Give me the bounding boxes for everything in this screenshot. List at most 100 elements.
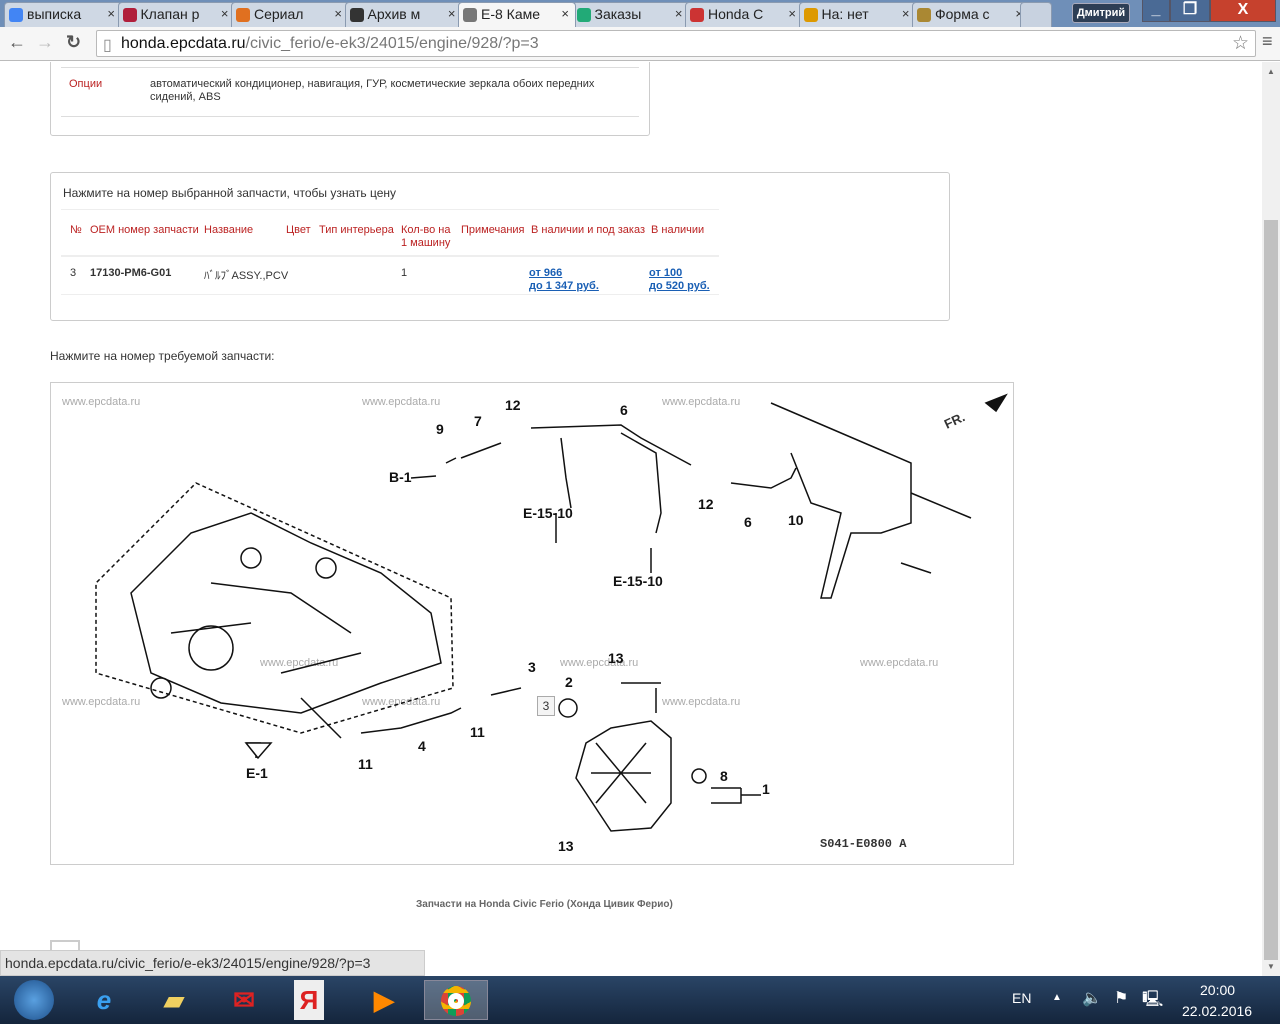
- callout-12[interactable]: 12: [505, 397, 521, 413]
- tab[interactable]: Клапан р ×: [117, 2, 236, 27]
- callout-7[interactable]: 7: [474, 413, 482, 429]
- new-tab-button[interactable]: [1020, 2, 1052, 27]
- tab[interactable]: E-8 Каме ×: [458, 2, 576, 27]
- chrome-taskbar-button[interactable]: [424, 980, 488, 1020]
- close-tab-icon[interactable]: ×: [788, 6, 796, 21]
- close-tab-icon[interactable]: ×: [107, 6, 115, 21]
- options-value: автоматический кондиционер, навигация, Г…: [150, 78, 595, 103]
- callout-1[interactable]: 1: [762, 781, 770, 797]
- tab-title: Архив м: [367, 6, 421, 22]
- callout-13[interactable]: 13: [608, 650, 624, 666]
- row-oem[interactable]: 17130-PM6-G01: [90, 267, 171, 279]
- address-bar[interactable]: ▯ honda.epcdata.ru/civic_ferio/e-ek3/240…: [96, 30, 1256, 57]
- taskbar: e ▰ ✉ Я ▶ EN ▲ 🔈 ⚑ 🖳 20:00 22.02.2016: [0, 976, 1280, 1024]
- stock-to: до 520 руб.: [649, 280, 710, 292]
- emblem-icon: [917, 8, 931, 22]
- close-tab-icon[interactable]: ×: [334, 6, 342, 21]
- callout-9[interactable]: 9: [436, 421, 444, 437]
- spec-box: Опции автоматический кондиционер, навига…: [50, 62, 650, 136]
- callout-4[interactable]: 4: [418, 738, 426, 754]
- mail-icon[interactable]: ✉: [224, 980, 264, 1020]
- scroll-down-icon[interactable]: ▼: [1267, 962, 1275, 971]
- back-icon[interactable]: ←: [8, 32, 26, 53]
- clock-time[interactable]: 20:00: [1200, 982, 1235, 998]
- e-icon: [690, 8, 704, 22]
- yandex-icon[interactable]: Я: [294, 980, 324, 1020]
- page-caption: Запчасти на Honda Civic Ferio (Хонда Цив…: [416, 899, 673, 910]
- status-bar-url: honda.epcdata.ru/civic_ferio/e-ek3/24015…: [0, 950, 425, 976]
- browser-toolbar: ← → ↻ ▯ honda.epcdata.ru/civic_ferio/e-e…: [0, 27, 1280, 61]
- start-button[interactable]: [14, 980, 54, 1020]
- chrome-icon: [441, 986, 471, 1016]
- col-order: В наличии и под заказ: [531, 224, 645, 236]
- tab[interactable]: На: нет ×: [798, 2, 917, 27]
- profile-button[interactable]: Дмитрий: [1072, 3, 1130, 23]
- tab[interactable]: Заказы ×: [571, 2, 690, 27]
- callout-12[interactable]: 12: [698, 496, 714, 512]
- minimize-button[interactable]: _: [1142, 0, 1170, 22]
- close-window-button[interactable]: X: [1210, 0, 1276, 22]
- tab[interactable]: выписка ×: [4, 2, 122, 27]
- page-content: Опции автоматический кондиционер, навига…: [0, 62, 1262, 976]
- close-tab-icon[interactable]: ×: [561, 6, 569, 21]
- col-oem: OEM номер запчасти: [90, 224, 199, 236]
- fox-icon: [236, 8, 250, 22]
- reload-icon[interactable]: ↻: [66, 32, 81, 53]
- tab[interactable]: Форма с×: [912, 2, 1030, 27]
- callout-e-15-10[interactable]: E-15-10: [523, 505, 573, 521]
- callout-b1[interactable]: B-1: [389, 469, 412, 485]
- callout-6[interactable]: 6: [620, 402, 628, 418]
- callout-10[interactable]: 10: [788, 512, 804, 528]
- order-to: до 1 347 руб.: [529, 280, 599, 292]
- parts-box: Нажмите на номер выбранной запчасти, что…: [50, 172, 950, 321]
- tab[interactable]: Архив м ×: [344, 2, 463, 27]
- close-tab-icon[interactable]: ×: [220, 6, 229, 21]
- callout-8[interactable]: 8: [720, 768, 728, 784]
- order-price-link[interactable]: от 966 до 1 347 руб.: [529, 267, 599, 293]
- bookmark-star-icon[interactable]: ☆: [1232, 32, 1249, 55]
- callout-11[interactable]: 11: [470, 724, 485, 740]
- callout-13[interactable]: 13: [558, 838, 574, 854]
- forward-icon[interactable]: →: [36, 32, 54, 53]
- row-qty: 1: [401, 267, 408, 279]
- tab-title: Honda С: [708, 6, 764, 22]
- tab[interactable]: Сериал ×: [231, 2, 349, 27]
- diagram-drawing: [95, 393, 1008, 832]
- callout-e-15-10[interactable]: E-15-10: [613, 573, 663, 589]
- callout-6[interactable]: 6: [744, 514, 752, 530]
- col-no: №: [70, 224, 82, 236]
- volume-icon[interactable]: 🔈: [1082, 988, 1102, 1008]
- ie-icon[interactable]: e: [84, 980, 124, 1020]
- explorer-icon[interactable]: ▰: [154, 980, 194, 1020]
- clock-date[interactable]: 22.02.2016: [1182, 1003, 1252, 1019]
- e-icon: [576, 8, 591, 22]
- google-icon: [9, 8, 23, 22]
- language-indicator[interactable]: EN: [1012, 990, 1031, 1006]
- col-color: Цвет: [286, 224, 311, 236]
- close-tab-icon[interactable]: ×: [901, 6, 910, 21]
- tab-title: выписка: [27, 6, 82, 22]
- menu-icon[interactable]: ≡: [1262, 31, 1273, 52]
- page-icon: ▯: [103, 37, 112, 54]
- tab-title: Сериал: [254, 6, 304, 22]
- callout-e1[interactable]: E-1: [246, 765, 268, 781]
- parts-diagram: www.epcdata.ru www.epcdata.ru www.epcdat…: [50, 382, 1014, 865]
- network-icon[interactable]: 🖳: [1142, 988, 1163, 1015]
- vertical-scrollbar[interactable]: ▲ ▼: [1262, 62, 1280, 976]
- stock-price-link[interactable]: от 100 до 520 руб.: [649, 267, 710, 293]
- callout-3[interactable]: 3: [528, 659, 536, 675]
- callout-2[interactable]: 2: [565, 674, 573, 690]
- tray-expand-icon[interactable]: ▲: [1052, 992, 1062, 1003]
- close-tab-icon[interactable]: ×: [674, 6, 683, 21]
- action-center-icon[interactable]: ⚑: [1114, 988, 1128, 1008]
- close-tab-icon[interactable]: ×: [447, 6, 456, 21]
- callout-11[interactable]: 11: [358, 756, 373, 772]
- scroll-up-icon[interactable]: ▲: [1267, 67, 1275, 76]
- scrollbar-thumb[interactable]: [1264, 220, 1278, 960]
- tab-title: Заказы: [594, 6, 642, 22]
- tab[interactable]: Honda С ×: [685, 2, 803, 27]
- maximize-button[interactable]: ❐: [1170, 0, 1210, 22]
- col-interior: Тип интерьера: [319, 224, 394, 236]
- d-icon: [122, 8, 137, 22]
- media-player-icon[interactable]: ▶: [364, 980, 404, 1020]
